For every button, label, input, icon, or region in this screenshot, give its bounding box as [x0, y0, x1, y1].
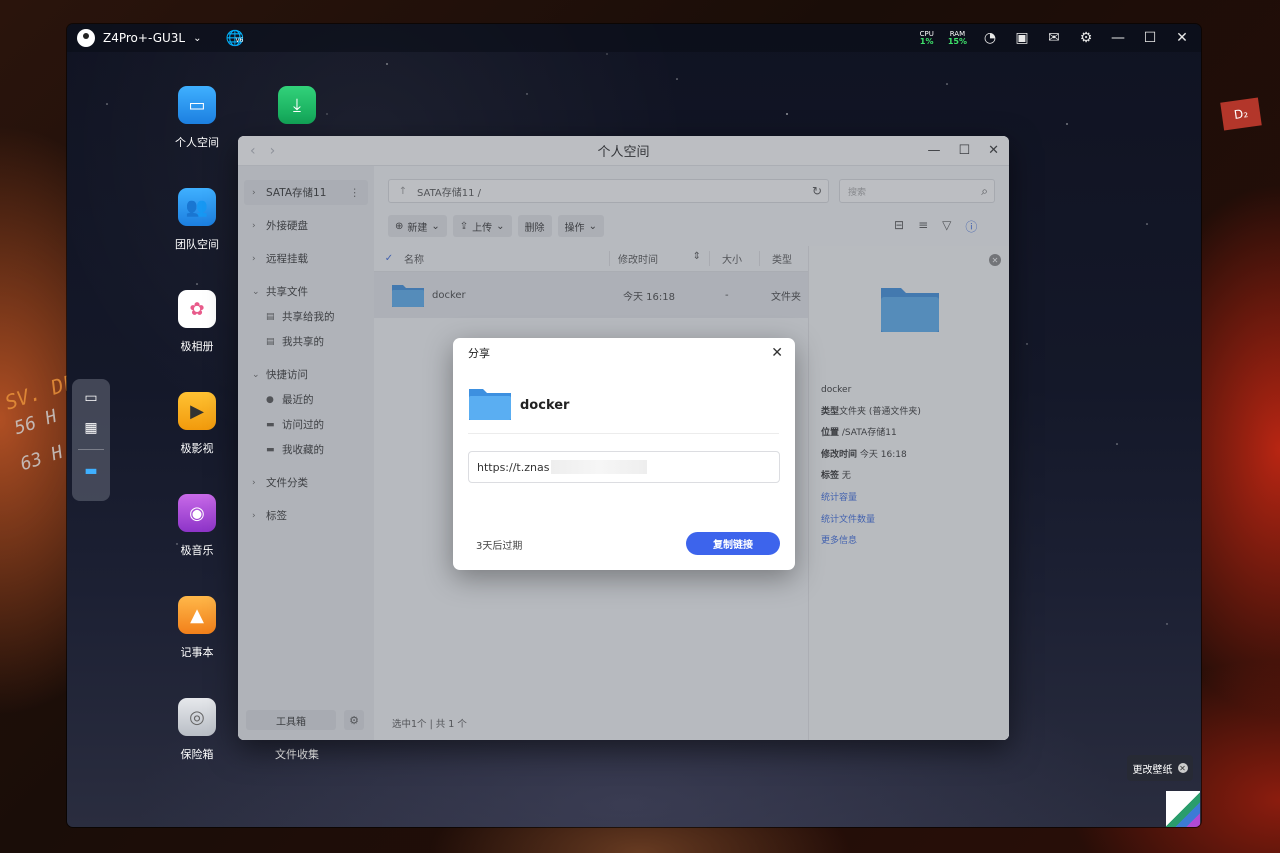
video-icon: ▶	[178, 392, 216, 430]
device-name: Z4Pro+-GU3L	[103, 31, 186, 45]
dialog-title: 分享	[468, 347, 490, 360]
desktop-monitor-icon[interactable]: ▭	[81, 389, 101, 407]
download-icon: ⤓	[278, 86, 316, 124]
v6-badge: V6	[235, 37, 244, 44]
music-disc-icon: ◉	[178, 494, 216, 532]
wallpaper-decor-text: 63 H	[17, 441, 66, 476]
shared-file: docker	[468, 386, 779, 434]
wallpaper-thumbnail[interactable]	[1166, 791, 1200, 827]
dock: ▭ ▦ ▬	[72, 379, 110, 501]
ram-value: 15%	[947, 37, 967, 46]
shared-file-name: docker	[520, 398, 570, 413]
device-switcher[interactable]: Z4Pro+-GU3L ⌄	[77, 29, 202, 47]
cpu-value: 1%	[919, 37, 934, 46]
desktop-icon-vault[interactable]: ◎ 保险箱	[157, 698, 237, 762]
redacted-blur	[551, 460, 648, 474]
chevron-down-icon: ⌄	[193, 32, 202, 44]
desktop-icon-label: 极相册	[180, 340, 214, 353]
desktop-icon-download[interactable]: ⤓	[257, 86, 337, 124]
dock-divider	[78, 449, 104, 450]
safe-icon: ◎	[178, 698, 216, 736]
ram-stat[interactable]: RAM 15%	[948, 30, 967, 46]
desktop-icon-team-space[interactable]: 👥 团队空间	[157, 188, 237, 252]
desktop-icon-notepad[interactable]: ▲ 记事本	[157, 596, 237, 660]
minimize-icon[interactable]: —	[1109, 30, 1127, 46]
desktop-icon-personal-space[interactable]: ▭ 个人空间	[157, 86, 237, 150]
desktop-icon-music[interactable]: ◉ 极音乐	[157, 494, 237, 558]
app-grid-icon[interactable]: ▦	[81, 419, 101, 437]
share-dialog: 分享 ✕ docker https://t.znas 3天后过期 复制链接	[453, 338, 795, 570]
speedometer-icon[interactable]: ◔	[981, 30, 999, 46]
desktop-icon-label: 个人空间	[175, 136, 219, 149]
share-link-field[interactable]: https://t.znas	[468, 451, 780, 483]
desktop-icon-photos[interactable]: ✿ 极相册	[157, 290, 237, 354]
cpu-stat[interactable]: CPU 1%	[920, 30, 934, 46]
maximize-icon[interactable]: ☐	[1141, 30, 1159, 46]
desktop-icon-video[interactable]: ▶ 极影视	[157, 392, 237, 456]
photos-flower-icon: ✿	[178, 290, 216, 328]
avatar	[77, 29, 95, 47]
task-manager-icon[interactable]: ▣	[1013, 30, 1031, 46]
change-wallpaper-button[interactable]: 更改壁纸 ✕	[1127, 755, 1193, 781]
globe-ipv6-icon[interactable]: 🌐 V6	[226, 29, 245, 47]
dock-folder-icon[interactable]: ▬	[81, 462, 101, 480]
wallpaper-badge: D₂	[1220, 97, 1262, 131]
folder-icon	[469, 389, 511, 420]
desktop-icon-label: 极音乐	[180, 544, 214, 557]
close-icon[interactable]: ✕	[1173, 30, 1191, 46]
folder-icon: ▭	[178, 86, 216, 124]
team-folder-icon: 👥	[178, 188, 216, 226]
desktop-icon-label: 极影视	[180, 442, 214, 455]
mail-icon[interactable]: ✉	[1045, 30, 1063, 46]
expiry-text: 3天后过期	[476, 541, 523, 552]
share-link-text: https://t.znas	[477, 460, 550, 474]
copy-link-button[interactable]: 复制链接	[686, 532, 780, 555]
close-icon[interactable]: ✕	[771, 345, 783, 361]
desktop-icon-label: 保险箱	[180, 748, 214, 761]
desktop-icon-label: 记事本	[180, 646, 214, 659]
top-bar: Z4Pro+-GU3L ⌄ 🌐 V6 CPU 1% RAM 15% ◔ ▣ ✉ ⚙…	[67, 24, 1201, 52]
change-wallpaper-label: 更改壁纸	[1132, 764, 1173, 776]
desktop-icon-label: 文件收集	[275, 748, 319, 761]
notepad-icon: ▲	[178, 596, 216, 634]
gear-icon[interactable]: ⚙	[1077, 30, 1095, 46]
close-icon[interactable]: ✕	[1177, 763, 1188, 773]
desktop-icon-label: 团队空间	[175, 238, 219, 251]
